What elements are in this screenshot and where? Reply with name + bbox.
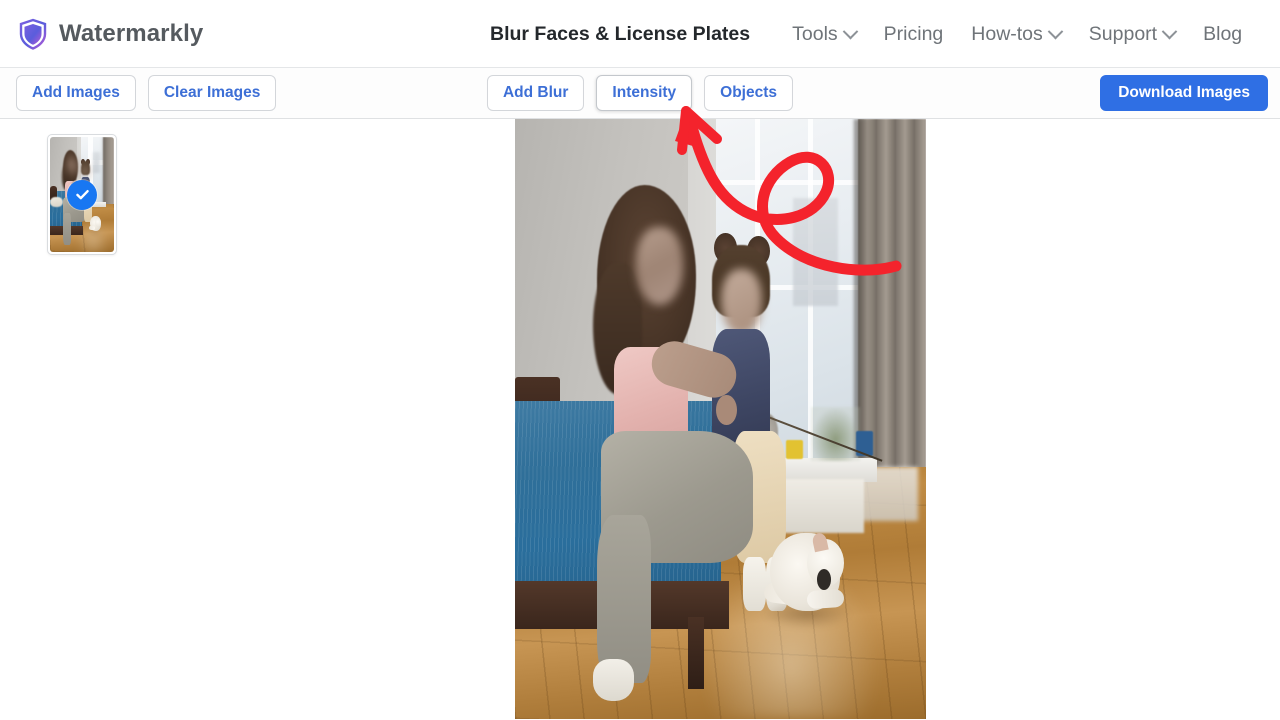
editor-workspace bbox=[0, 119, 1280, 719]
chevron-down-icon bbox=[1047, 23, 1064, 39]
nav-item-label: Blog bbox=[1203, 23, 1243, 45]
shield-icon bbox=[18, 18, 48, 50]
toolbar-center-group: Add Blur Intensity Objects bbox=[486, 75, 794, 111]
nav-item-pricing[interactable]: Pricing bbox=[870, 0, 958, 68]
add-blur-button[interactable]: Add Blur bbox=[486, 75, 585, 111]
image-canvas-area[interactable] bbox=[165, 119, 1280, 719]
toolbar-left-group: Add Images Clear Images bbox=[0, 75, 277, 111]
thumbnail-item[interactable] bbox=[47, 134, 117, 255]
site-header: Watermarkly Blur Faces & License Plates … bbox=[0, 0, 1280, 68]
chevron-down-icon bbox=[842, 23, 858, 39]
nav-item-blur-faces[interactable]: Blur Faces & License Plates bbox=[490, 0, 778, 68]
nav-item-tools[interactable]: Tools bbox=[778, 0, 870, 68]
nav-item-blog[interactable]: Blog bbox=[1189, 0, 1256, 68]
objects-button[interactable]: Objects bbox=[704, 75, 794, 111]
nav-item-how-tos[interactable]: How-tos bbox=[957, 0, 1075, 68]
check-circle-icon bbox=[67, 179, 97, 210]
nav-item-support[interactable]: Support bbox=[1075, 0, 1189, 68]
brand-name: Watermarkly bbox=[59, 19, 204, 47]
nav-item-label: Support bbox=[1088, 23, 1158, 45]
clear-images-button[interactable]: Clear Images bbox=[147, 75, 277, 111]
editor-toolbar: Add Images Clear Images Add Blur Intensi… bbox=[0, 68, 1280, 119]
intensity-button[interactable]: Intensity bbox=[596, 75, 693, 111]
blurred-face-region bbox=[720, 269, 762, 335]
nav-item-label: How-tos bbox=[971, 23, 1043, 45]
brand-logo-link[interactable]: Watermarkly bbox=[0, 18, 203, 50]
main-photo[interactable] bbox=[515, 119, 926, 719]
add-images-button[interactable]: Add Images bbox=[16, 75, 136, 111]
download-images-button[interactable]: Download Images bbox=[1100, 75, 1268, 111]
nav-item-label: Pricing bbox=[883, 23, 944, 45]
toolbar-right-group: Download Images bbox=[1100, 75, 1268, 111]
chevron-down-icon bbox=[1161, 23, 1178, 39]
nav-item-label: Blur Faces & License Plates bbox=[490, 23, 751, 45]
thumbnail-sidebar bbox=[0, 119, 165, 719]
main-nav: Blur Faces & License Plates Tools Pricin… bbox=[490, 0, 1256, 68]
nav-item-label: Tools bbox=[792, 23, 838, 45]
